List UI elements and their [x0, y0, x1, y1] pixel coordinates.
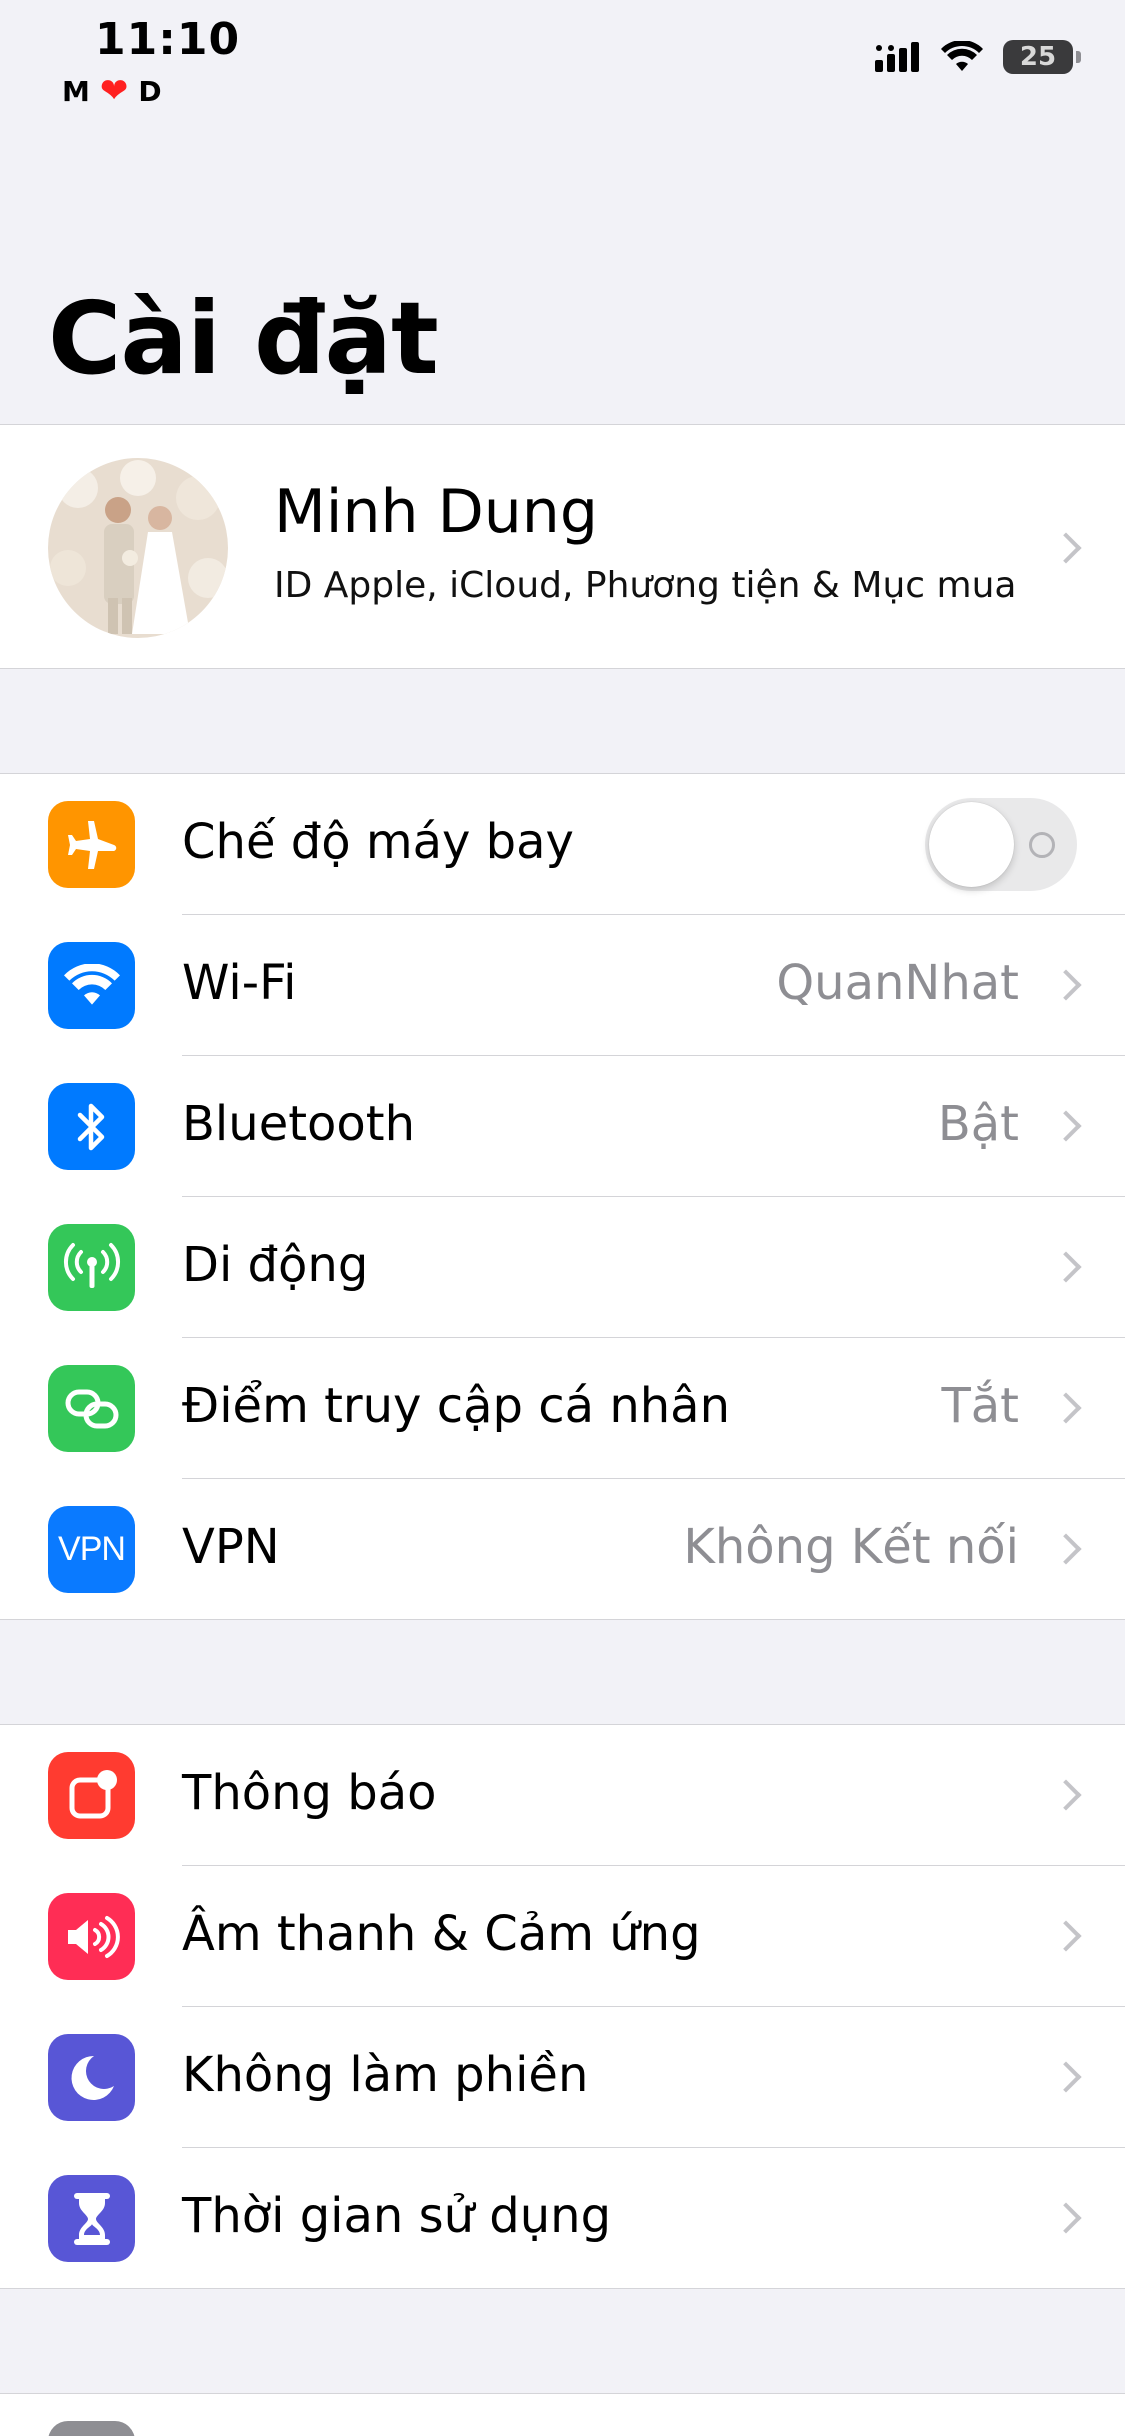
row-value: Không Kết nối: [683, 1519, 1019, 1575]
status-icons: 25: [875, 40, 1081, 74]
settings-row-wifi[interactable]: Wi-Fi QuanNhat: [0, 915, 1125, 1056]
gear-icon: [48, 2421, 135, 2436]
chevron-right-icon: [1050, 1251, 1082, 1283]
avatar: [48, 458, 228, 638]
profile-subtitle: ID Apple, iCloud, Phương tiện & Mục mua: [274, 565, 1017, 606]
settings-screen: 11:10 M ❤ D 25 Cài đặt Minh Dung ID Appl…: [0, 0, 1125, 2436]
general-settings-group: [0, 2393, 1125, 2436]
row-label: Không làm phiền: [182, 2047, 589, 2103]
settings-row-do-not-disturb[interactable]: Không làm phiền: [0, 2007, 1125, 2148]
chevron-right-icon: [1050, 1779, 1082, 1811]
chevron-right-icon: [1050, 1533, 1082, 1565]
moon-icon: [48, 2034, 135, 2121]
row-label: Thời gian sử dụng: [182, 2188, 612, 2244]
apple-id-profile-row[interactable]: Minh Dung ID Apple, iCloud, Phương tiện …: [0, 424, 1125, 669]
chevron-right-icon: [1050, 969, 1082, 1001]
settings-row-vpn[interactable]: VPN VPN Không Kết nối: [0, 1479, 1125, 1620]
antenna-icon: [48, 1224, 135, 1311]
row-label: Điểm truy cập cá nhân: [182, 1378, 730, 1434]
notification-settings-group: Thông báo Âm thanh & Cảm ứng Không làm p…: [0, 1724, 1125, 2289]
airplane-mode-toggle[interactable]: [925, 798, 1077, 891]
row-label: VPN: [182, 1519, 280, 1575]
hotspot-icon: [48, 1365, 135, 1452]
settings-row-notifications[interactable]: Thông báo: [0, 1725, 1125, 1866]
profile-name: Minh Dung: [274, 477, 598, 547]
chevron-right-icon: [1050, 1110, 1082, 1142]
airplane-icon: [48, 801, 135, 888]
carrier-right: D: [138, 74, 162, 108]
carrier-left: M: [62, 74, 90, 108]
status-bar: 11:10 M ❤ D 25: [0, 0, 1125, 120]
row-value: Tắt: [941, 1378, 1019, 1434]
cellular-signal-icon: [875, 42, 919, 72]
settings-row-personal-hotspot[interactable]: Điểm truy cập cá nhân Tắt: [0, 1338, 1125, 1479]
chevron-right-icon: [1050, 2202, 1082, 2234]
settings-row-airplane-mode[interactable]: Chế độ máy bay: [0, 774, 1125, 915]
row-value: Bật: [937, 1096, 1019, 1152]
vpn-icon-text: VPN: [58, 1530, 126, 1568]
notification-icon: [48, 1752, 135, 1839]
settings-row-bluetooth[interactable]: Bluetooth Bật: [0, 1056, 1125, 1197]
toggle-knob: [929, 802, 1014, 887]
row-label: Chế độ máy bay: [182, 814, 574, 870]
battery-indicator: 25: [1003, 40, 1081, 74]
row-label: Wi-Fi: [182, 955, 297, 1011]
speaker-icon: [48, 1893, 135, 1980]
status-time: 11:10: [95, 14, 241, 65]
bluetooth-icon: [48, 1083, 135, 1170]
row-value: QuanNhat: [776, 955, 1019, 1011]
chevron-right-icon: [1050, 2061, 1082, 2093]
row-label: Âm thanh & Cảm ứng: [182, 1906, 701, 1962]
page-title: Cài đặt: [48, 280, 439, 397]
vpn-icon: VPN: [48, 1506, 135, 1593]
network-settings-group: Chế độ máy bay Wi-Fi QuanNhat Bluetooth …: [0, 773, 1125, 1620]
wifi-icon: [48, 942, 135, 1029]
row-label: Thông báo: [182, 1765, 437, 1821]
row-label: Di động: [182, 1237, 369, 1293]
chevron-right-icon: [1050, 1920, 1082, 1952]
wifi-status-icon: [941, 41, 983, 71]
hourglass-icon: [48, 2175, 135, 2262]
settings-row-general[interactable]: [0, 2394, 1125, 2436]
settings-row-screen-time[interactable]: Thời gian sử dụng: [0, 2148, 1125, 2289]
settings-row-sounds[interactable]: Âm thanh & Cảm ứng: [0, 1866, 1125, 2007]
chevron-right-icon: [1050, 532, 1082, 564]
settings-row-cellular[interactable]: Di động: [0, 1197, 1125, 1338]
toggle-off-indicator: [1029, 832, 1055, 858]
chevron-right-icon: [1050, 1392, 1082, 1424]
carrier-label: M ❤ D: [62, 74, 162, 108]
row-label: Bluetooth: [182, 1096, 416, 1152]
heart-icon: ❤: [99, 71, 129, 111]
